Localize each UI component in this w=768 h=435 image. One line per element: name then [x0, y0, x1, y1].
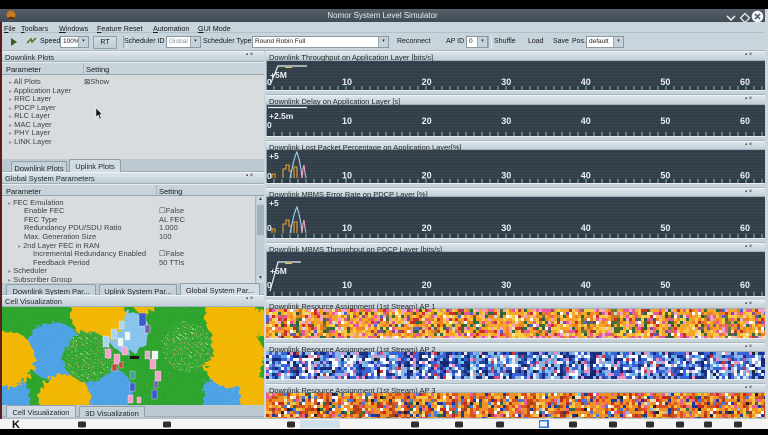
svg-text:K: K [12, 419, 20, 429]
